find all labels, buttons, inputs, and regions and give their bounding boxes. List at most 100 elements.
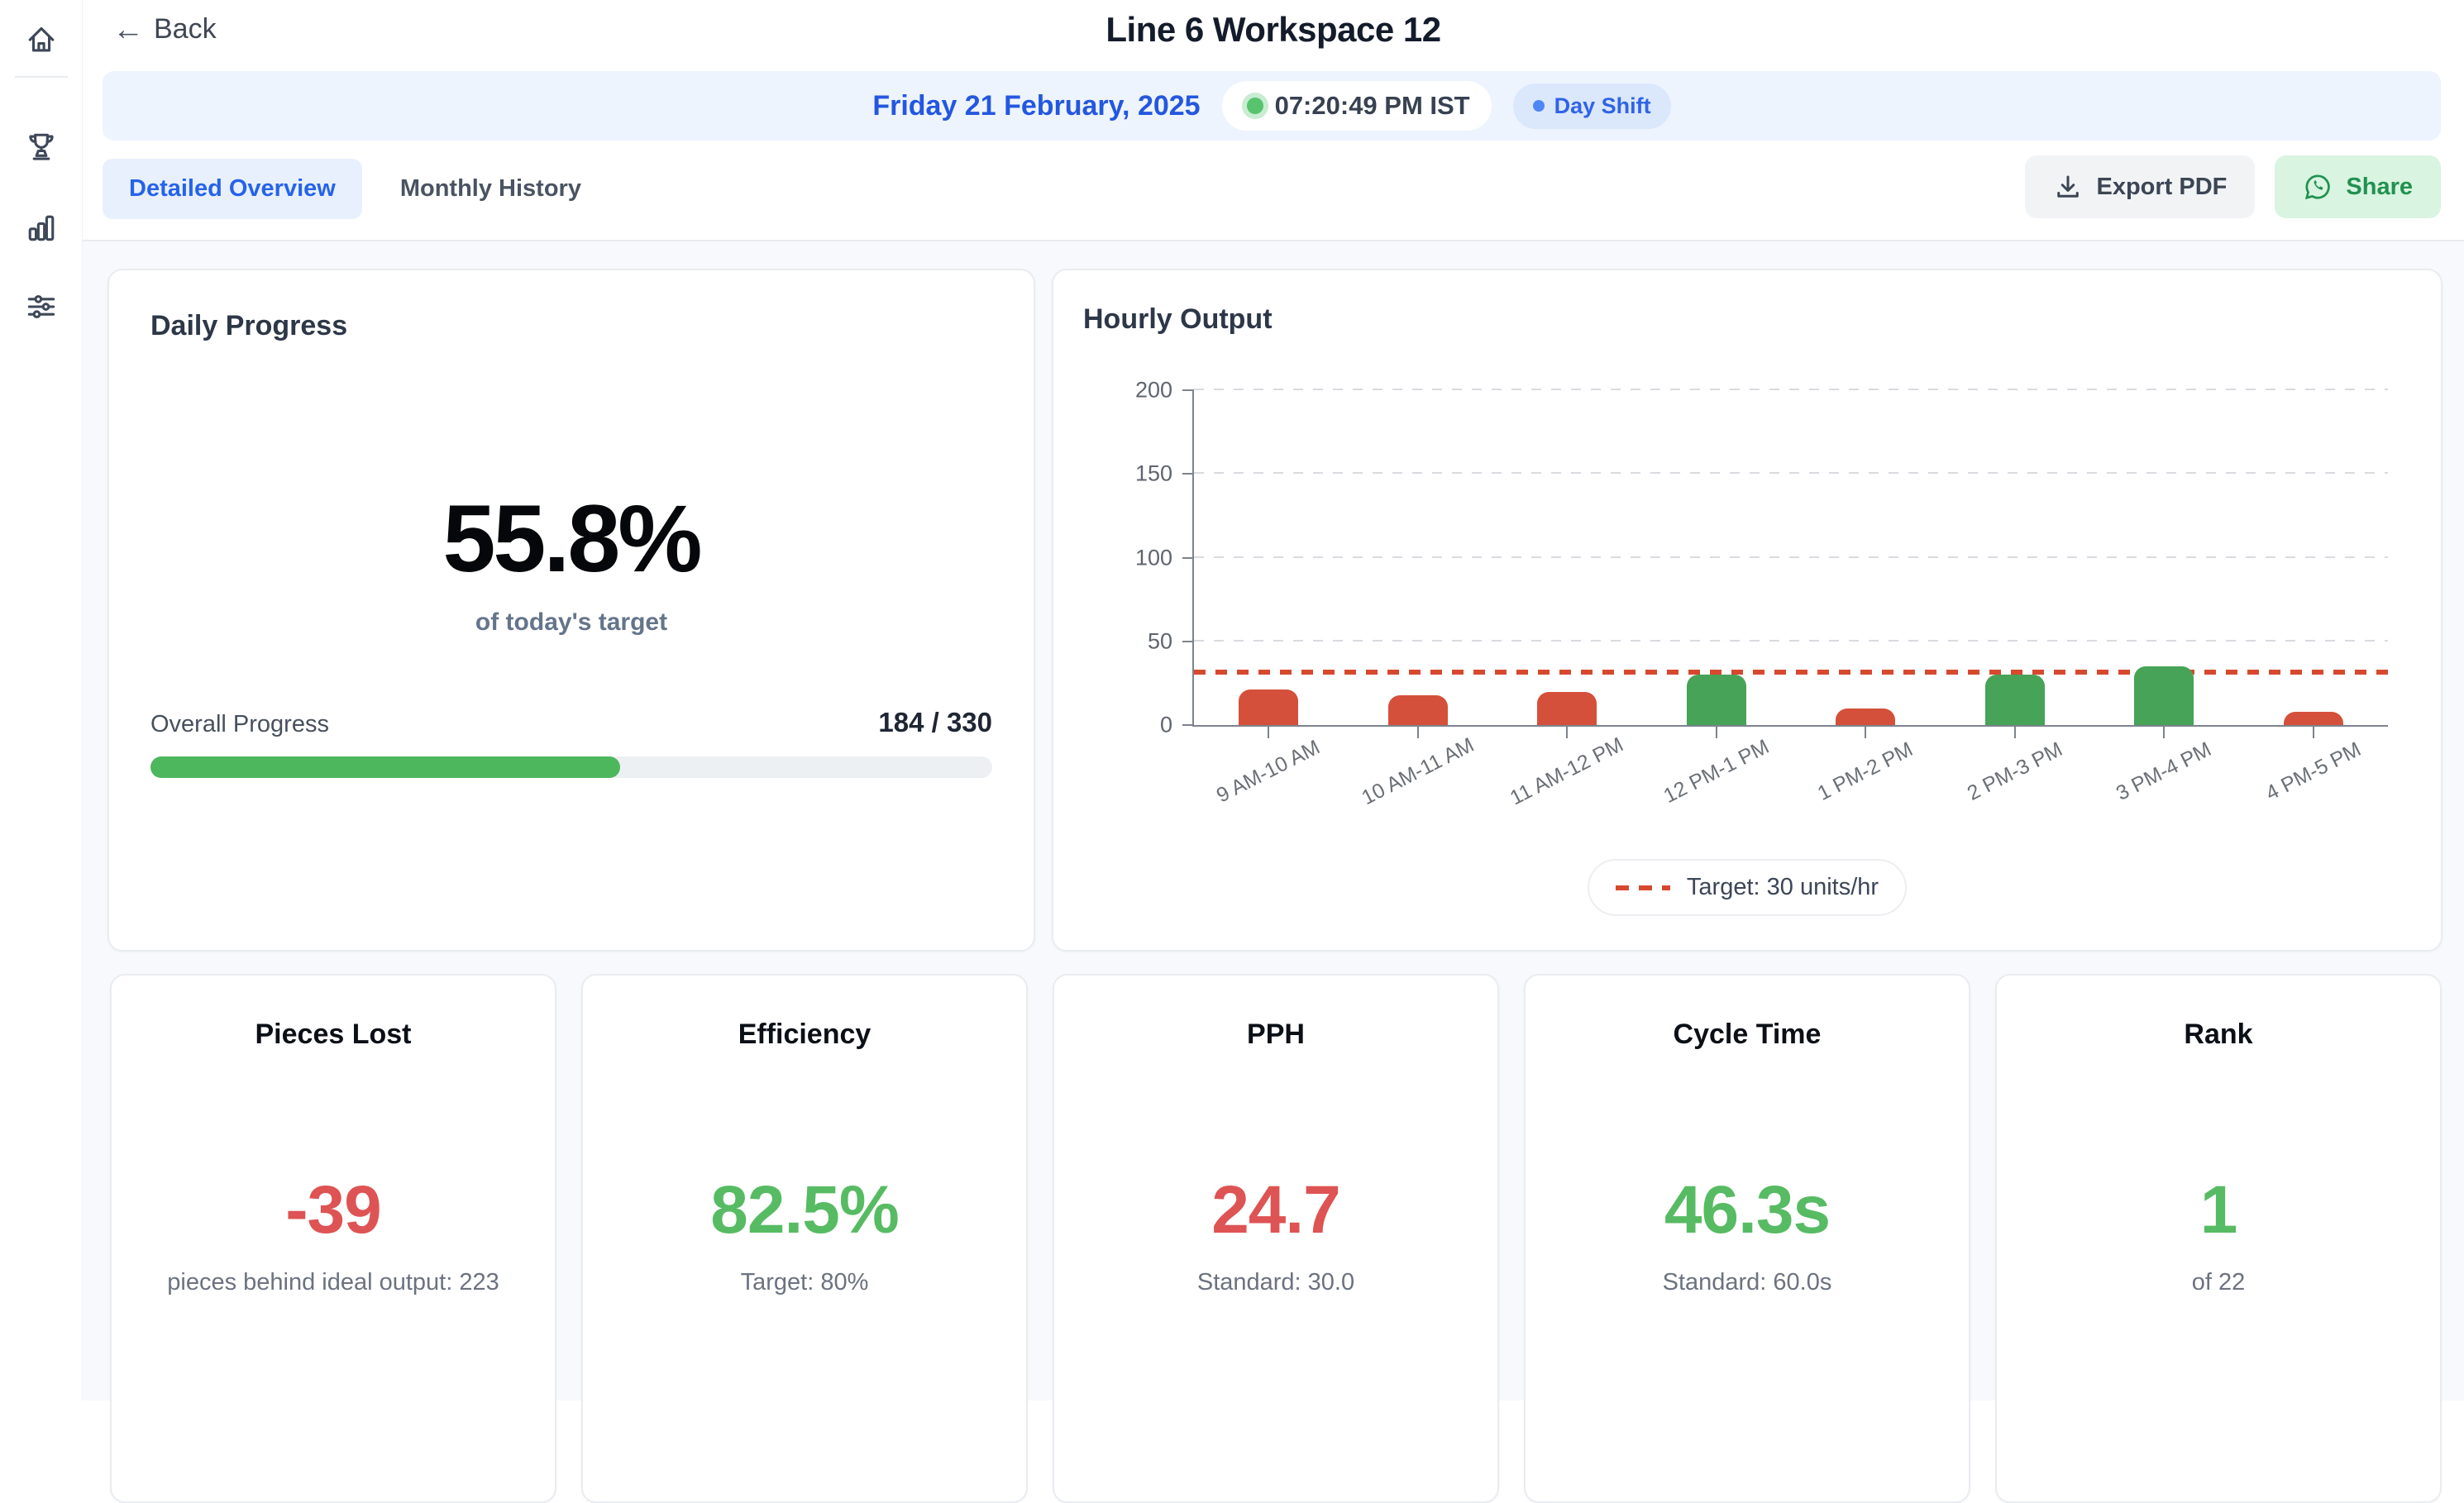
xtick-4-pm-5-pm	[2313, 727, 2314, 738]
export-pdf-button[interactable]: Export PDF	[2025, 155, 2255, 218]
metric-card-cycle-time: Cycle Time 46.3s Standard: 60.0s	[1524, 974, 1970, 1503]
metric-title: Rank	[1997, 1019, 2440, 1051]
target-legend-label: Target: 30 units/hr	[1687, 874, 1879, 901]
sidebar-divider	[15, 76, 68, 78]
metric-title: Pieces Lost	[112, 1019, 555, 1051]
metric-title: PPH	[1054, 1019, 1497, 1051]
gridline-100	[1194, 556, 2388, 558]
metric-title: Efficiency	[583, 1019, 1026, 1051]
ytick-label-100: 100	[1135, 545, 1172, 570]
date-banner: Friday 21 February, 2025 07:20:49 PM IST…	[103, 71, 2441, 141]
main-content: Daily Progress 55.8% of today's target O…	[83, 241, 2464, 1400]
daily-progress-card: Daily Progress 55.8% of today's target O…	[107, 269, 1035, 952]
bar-11-am-12-pm	[1537, 692, 1597, 726]
share-label: Share	[2346, 174, 2413, 201]
live-status-dot-icon	[1247, 98, 1263, 114]
xlabel-9-am-10-am: 9 AM-10 AM	[1213, 736, 1324, 809]
trophy-icon	[23, 128, 60, 165]
export-pdf-label: Export PDF	[2096, 174, 2227, 201]
bar-4-pm-5-pm	[2284, 712, 2343, 725]
daily-progress-title: Daily Progress	[150, 310, 347, 342]
target-dash-icon	[1616, 885, 1670, 890]
metric-caption: Target: 80%	[583, 1269, 1026, 1296]
live-time: 07:20:49 PM IST	[1275, 91, 1470, 121]
metric-caption: of 22	[1997, 1269, 2440, 1296]
metric-caption: pieces behind ideal output: 223	[112, 1269, 555, 1296]
metric-title: Cycle Time	[1526, 1019, 1969, 1051]
bar-1-pm-2-pm	[1836, 709, 1895, 725]
gridline-150	[1194, 472, 2388, 474]
ytick-label-50: 50	[1148, 628, 1172, 654]
overall-progress-label: Overall Progress	[150, 711, 329, 738]
xtick-12-pm-1-pm	[1716, 727, 1717, 738]
download-icon	[2053, 172, 2083, 202]
xtick-10-am-11-am	[1417, 727, 1419, 738]
daily-progress-center: 55.8% of today's target	[109, 492, 1034, 637]
bar-chart-icon	[23, 209, 60, 246]
progress-bar-track	[150, 756, 992, 778]
bar-2-pm-3-pm	[1985, 675, 2045, 725]
shift-dot-icon	[1533, 100, 1545, 112]
xtick-2-pm-3-pm	[2014, 727, 2016, 738]
xlabel-11-am-12-pm: 11 AM-12 PM	[1507, 733, 1627, 811]
chart-legend: Target: 30 units/hr	[1053, 859, 2441, 916]
xtick-11-am-12-pm	[1566, 727, 1568, 738]
ytick-label-200: 200	[1135, 378, 1172, 403]
banner-date: Friday 21 February, 2025	[872, 90, 1200, 122]
share-button[interactable]: Share	[2275, 155, 2441, 218]
live-time-pill: 07:20:49 PM IST	[1222, 81, 1492, 131]
bar-10-am-11-am	[1388, 695, 1448, 725]
ytick-mark-50	[1182, 641, 1194, 642]
gridline-200	[1194, 389, 2388, 390]
ytick-mark-100	[1182, 557, 1194, 559]
xtick-3-pm-4-pm	[2163, 727, 2165, 738]
xlabel-3-pm-4-pm: 3 PM-4 PM	[2113, 737, 2216, 806]
sidebar-item-leaderboard[interactable]	[0, 121, 83, 172]
sidebar-item-settings[interactable]	[0, 281, 83, 332]
target-line	[1194, 670, 2388, 675]
ytick-mark-200	[1182, 389, 1194, 391]
xlabel-12-pm-1-pm: 12 PM-1 PM	[1659, 735, 1773, 809]
tab-monthly-history[interactable]: Monthly History	[374, 159, 608, 219]
topbar: ← Back Line 6 Workspace 12 Friday 21 Feb…	[83, 0, 2464, 241]
metrics-row: Pieces Lost -39 pieces behind ideal outp…	[110, 974, 2442, 1503]
metric-card-pieces-lost: Pieces Lost -39 pieces behind ideal outp…	[110, 974, 556, 1503]
whatsapp-icon	[2303, 172, 2333, 202]
daily-progress-subtitle: of today's target	[109, 608, 1034, 637]
xlabel-2-pm-3-pm: 2 PM-3 PM	[1963, 737, 2066, 806]
tabs: Detailed Overview Monthly History	[103, 159, 608, 219]
metric-card-rank: Rank 1 of 22	[1995, 974, 2442, 1503]
metric-value: 46.3s	[1526, 1176, 1969, 1244]
sliders-icon	[23, 289, 60, 325]
sidebar-item-home[interactable]	[0, 13, 83, 64]
metric-caption: Standard: 30.0	[1054, 1269, 1497, 1296]
tab-detailed-overview[interactable]: Detailed Overview	[103, 159, 362, 219]
metric-caption: Standard: 60.0s	[1526, 1269, 1969, 1296]
hourly-output-title: Hourly Output	[1083, 303, 1273, 336]
home-icon	[23, 21, 60, 57]
gridline-50	[1194, 640, 2388, 642]
metric-card-pph: PPH 24.7 Standard: 30.0	[1053, 974, 1499, 1503]
xtick-9-am-10-am	[1268, 727, 1269, 738]
shift-label: Day Shift	[1554, 93, 1651, 119]
progress-bar-fill	[150, 756, 620, 778]
ytick-mark-150	[1182, 473, 1194, 475]
bar-3-pm-4-pm	[2134, 666, 2194, 725]
ytick-mark-0	[1182, 724, 1194, 726]
hourly-output-card: Hourly Output 0501001502009 AM-10 AM10 A…	[1052, 269, 2443, 952]
metric-value: 1	[1997, 1176, 2440, 1244]
metric-value: 82.5%	[583, 1176, 1026, 1244]
sidebar-item-analytics[interactable]	[0, 202, 83, 253]
metric-value: 24.7	[1054, 1176, 1497, 1244]
shift-badge: Day Shift	[1513, 84, 1671, 129]
header-actions: Export PDF Share	[2025, 155, 2441, 218]
bar-12-pm-1-pm	[1687, 675, 1746, 725]
page-title: Line 6 Workspace 12	[83, 10, 2464, 50]
xtick-1-pm-2-pm	[1865, 727, 1866, 738]
daily-progress-percent: 55.8%	[109, 492, 1034, 587]
overall-progress-row: Overall Progress 184 / 330	[150, 707, 992, 738]
chart-plot: 0501001502009 AM-10 AM10 AM-11 AM11 AM-1…	[1192, 390, 2388, 727]
xlabel-4-pm-5-pm: 4 PM-5 PM	[2261, 737, 2365, 806]
metric-card-efficiency: Efficiency 82.5% Target: 80%	[581, 974, 1028, 1503]
xlabel-10-am-11-am: 10 AM-11 AM	[1358, 733, 1478, 810]
